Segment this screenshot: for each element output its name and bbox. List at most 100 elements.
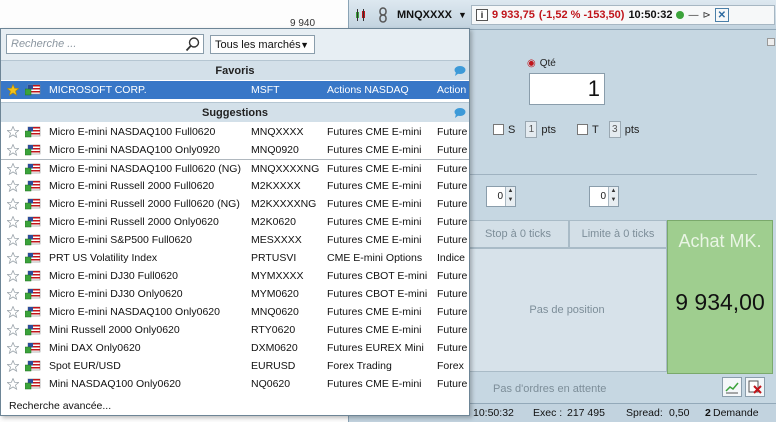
info-icon[interactable]: i bbox=[476, 9, 488, 21]
instrument-type: Future bbox=[437, 126, 468, 138]
demand-label: Demande bbox=[713, 407, 759, 419]
search-icon[interactable] bbox=[185, 36, 201, 52]
limit-ticks-value: 0 bbox=[600, 191, 606, 202]
instrument-name: PRT US Volatility Index bbox=[49, 252, 158, 264]
instrument-market: Futures CME E-mini bbox=[327, 216, 422, 228]
market-filter-value: Tous les marchés bbox=[215, 38, 301, 51]
star-icon[interactable] bbox=[6, 377, 20, 391]
target-points[interactable]: 3 bbox=[608, 121, 621, 138]
symbol-selector[interactable]: MNQXXXX ▼ bbox=[397, 5, 467, 25]
instrument-name: Micro E-mini DJ30 Only0620 bbox=[49, 288, 183, 300]
us-flag-icon bbox=[24, 341, 41, 354]
quantity-input[interactable]: 1 bbox=[529, 73, 605, 105]
buy-market-button[interactable]: Achat MK. 9 934,00 bbox=[667, 220, 773, 374]
star-icon[interactable] bbox=[6, 359, 20, 373]
instrument-name: Micro E-mini NASDAQ100 Only0620 bbox=[49, 306, 220, 318]
stop-loss-points[interactable]: 1 bbox=[525, 121, 538, 138]
pin-icon[interactable]: ⊳ bbox=[702, 10, 710, 21]
instrument-name: Spot EUR/USD bbox=[49, 360, 121, 372]
chart-check-icon[interactable] bbox=[722, 377, 742, 397]
star-icon[interactable] bbox=[6, 323, 20, 337]
exec-value: 217 495 bbox=[567, 407, 605, 419]
pending-orders-text: Pas d'ordres en attente bbox=[493, 383, 607, 395]
close-icon[interactable]: ✕ bbox=[714, 8, 729, 22]
chat-bubble-icon[interactable] bbox=[454, 65, 466, 76]
star-icon[interactable] bbox=[6, 162, 20, 176]
stepper-arrows-icon[interactable]: ▲ ▼ bbox=[608, 187, 618, 206]
instrument-market: Futures CME E-mini bbox=[327, 324, 422, 336]
chat-bubble-icon[interactable] bbox=[454, 107, 466, 118]
link-icon[interactable] bbox=[375, 7, 391, 23]
suggestions-header: Suggestions bbox=[1, 102, 469, 122]
stop-loss-unit: pts bbox=[541, 123, 557, 136]
us-flag-icon bbox=[24, 125, 41, 138]
instrument-type: Action bbox=[437, 84, 467, 96]
last-price: 9 933,75 bbox=[492, 9, 535, 21]
search-result-row[interactable]: Micro E-mini NASDAQ100 Full0620 (NG) MNQX… bbox=[1, 159, 469, 177]
star-icon[interactable] bbox=[6, 197, 20, 211]
star-icon[interactable] bbox=[6, 341, 20, 355]
search-result-row[interactable]: Mini DAX Only0620 DXM0620 Futures EUREX Mi… bbox=[1, 339, 469, 357]
instrument-name: Micro E-mini NASDAQ100 Only0920 bbox=[49, 144, 220, 156]
market-filter-select[interactable]: Tous les marchés ▼ bbox=[210, 35, 315, 54]
quantity-label: ◉ Qté bbox=[527, 58, 556, 69]
search-result-row[interactable]: Mini NASDAQ100 Only0620 NQ0620 Futures CME… bbox=[1, 375, 469, 393]
instrument-ticker: MNQXXXXNG bbox=[251, 163, 320, 175]
instrument-ticker: MESXXXX bbox=[251, 234, 302, 246]
instrument-ticker: DXM0620 bbox=[251, 342, 298, 354]
star-icon[interactable] bbox=[6, 143, 20, 157]
search-result-row[interactable]: Mini Russell 2000 Only0620 RTY0620 Futures… bbox=[1, 321, 469, 339]
star-icon[interactable] bbox=[6, 215, 20, 229]
instrument-ticker: M2KXXXX bbox=[251, 180, 301, 192]
search-result-row[interactable]: Micro E-mini DJ30 Only0620 MYM0620 Futures… bbox=[1, 285, 469, 303]
position-display: Pas de position bbox=[467, 248, 667, 372]
quote-info-bar: i 9 933,75 (-1,52 % -153,50) 10:50:32 — … bbox=[471, 5, 775, 25]
buy-market-label: Achat MK. bbox=[678, 231, 762, 251]
target-checkbox[interactable] bbox=[577, 124, 588, 135]
stepper-arrows-icon[interactable]: ▲ ▼ bbox=[505, 187, 515, 206]
eye-icon[interactable]: ◉ bbox=[527, 58, 536, 69]
search-input[interactable] bbox=[6, 34, 204, 54]
stop-loss-checkbox[interactable] bbox=[493, 124, 504, 135]
star-icon[interactable] bbox=[6, 179, 20, 193]
advanced-search-link[interactable]: Recherche avancée... bbox=[9, 400, 111, 412]
limit-order-button[interactable]: Limite à 0 ticks bbox=[569, 220, 667, 248]
star-icon[interactable] bbox=[6, 287, 20, 301]
symbol-label: MNQXXXX bbox=[397, 9, 453, 21]
stop-ticks-stepper[interactable]: 0 ▲ ▼ bbox=[486, 186, 516, 207]
search-result-row[interactable]: Micro E-mini S&P500 Full0620 MESXXXX Futur… bbox=[1, 231, 469, 249]
minimize-icon[interactable]: — bbox=[688, 10, 698, 21]
star-icon[interactable] bbox=[6, 125, 20, 139]
star-icon[interactable] bbox=[6, 305, 20, 319]
candlestick-icon[interactable] bbox=[353, 7, 369, 23]
instrument-type: Future bbox=[437, 342, 468, 354]
search-result-row[interactable]: Micro E-mini Russell 2000 Full0620 M2KXXX… bbox=[1, 177, 469, 195]
star-icon[interactable] bbox=[6, 251, 20, 265]
instrument-market: Futures CME E-mini bbox=[327, 126, 422, 138]
search-result-row[interactable]: Micro E-mini NASDAQ100 Only0920 MNQ0920 Fu… bbox=[1, 141, 469, 159]
search-result-row[interactable]: Micro E-mini NASDAQ100 Full0620 MNQXXXX Fu… bbox=[1, 123, 469, 141]
search-result-row[interactable]: Micro E-mini DJ30 Full0620 MYMXXXX Futures… bbox=[1, 267, 469, 285]
search-result-row[interactable]: Micro E-mini Russell 2000 Only0620 M2K062… bbox=[1, 213, 469, 231]
chevron-down-icon: ▼ bbox=[458, 10, 467, 20]
star-filled-icon[interactable] bbox=[6, 83, 20, 96]
close-orders-icon[interactable] bbox=[745, 377, 765, 397]
demand-value: 2 bbox=[705, 407, 711, 419]
search-result-row[interactable]: MICROSOFT CORP. MSFT Actions NASDAQ Action bbox=[1, 81, 469, 99]
search-result-row[interactable]: Spot EUR/USD EURUSD Forex Trading Forex bbox=[1, 357, 469, 375]
search-result-row[interactable]: Micro E-mini NASDAQ100 Only0620 MNQ0620 Fu… bbox=[1, 303, 469, 321]
search-result-row[interactable]: PRT US Volatility Index PRTUSVI CME E-mini… bbox=[1, 249, 469, 267]
connection-status-icon bbox=[676, 11, 685, 19]
instrument-market: Futures CME E-mini bbox=[327, 306, 422, 318]
star-icon[interactable] bbox=[6, 269, 20, 283]
scroll-handle[interactable] bbox=[767, 38, 775, 46]
stop-ticks-value: 0 bbox=[497, 191, 503, 202]
instrument-name: Micro E-mini Russell 2000 Full0620 (NG) bbox=[49, 198, 240, 210]
limit-ticks-stepper[interactable]: 0 ▲ ▼ bbox=[589, 186, 619, 207]
search-result-row[interactable]: Micro E-mini Russell 2000 Full0620 (NG) M… bbox=[1, 195, 469, 213]
star-icon[interactable] bbox=[6, 233, 20, 247]
favorites-header: Favoris bbox=[1, 60, 469, 80]
stop-order-button[interactable]: Stop à 0 ticks bbox=[467, 220, 569, 248]
orders-actions bbox=[722, 377, 765, 397]
price-change: (-1,52 % -153,50) bbox=[538, 9, 625, 21]
